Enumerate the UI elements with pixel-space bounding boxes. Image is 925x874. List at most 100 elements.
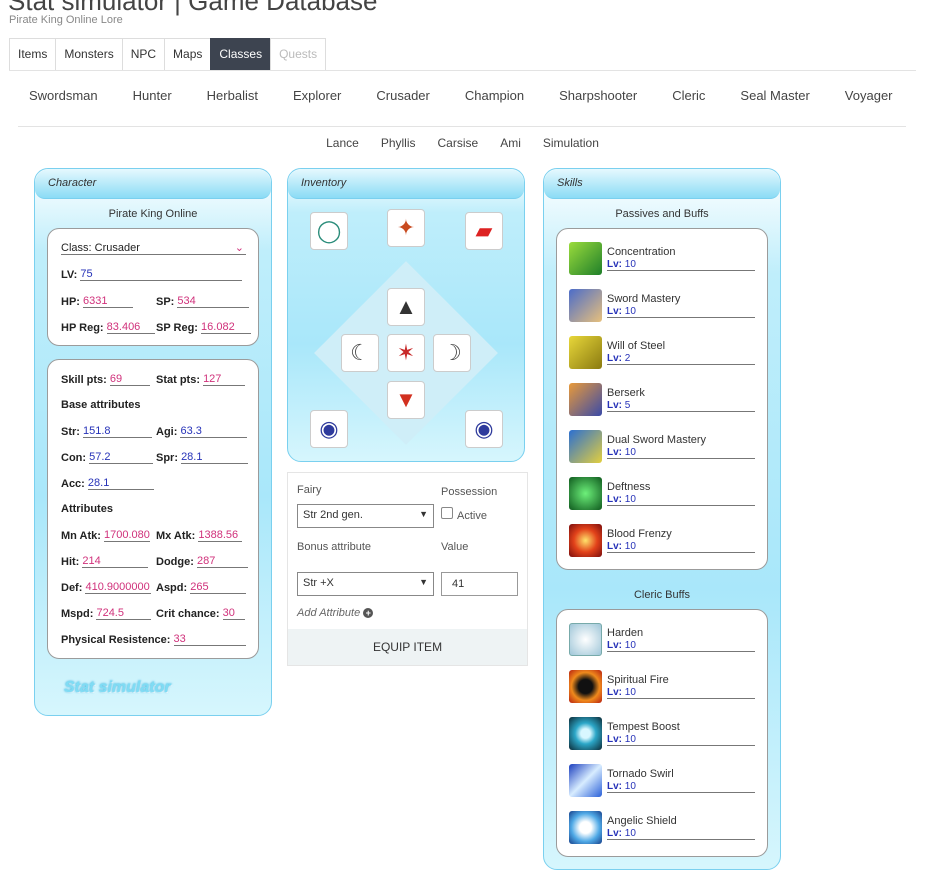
necklace-slot-icon[interactable]: ◯ (310, 212, 348, 250)
active-checkbox[interactable] (441, 507, 453, 519)
skill-level: Lv: 10 (607, 494, 755, 506)
dual-sword-mastery-icon (569, 430, 602, 463)
skill-level-label: Lv: (607, 781, 622, 792)
armor-slot-icon[interactable]: ▲ (387, 288, 425, 326)
sub-link-lance[interactable]: Lance (326, 136, 359, 150)
skill-level-value: 10 (624, 306, 636, 317)
bonus-value-input[interactable]: 41 (441, 572, 518, 596)
sub-link-ami[interactable]: Ami (500, 136, 521, 150)
harden-icon (569, 623, 602, 656)
class-link-swordsman[interactable]: Swordsman (29, 88, 98, 103)
skill-concentration[interactable]: Concentration Lv: 10 (569, 242, 755, 282)
glove-slot-icon[interactable]: ▰ (465, 212, 503, 250)
skill-level: Lv: 5 (607, 400, 755, 412)
fairy-select[interactable]: Str 2nd gen. ▼ (297, 504, 434, 528)
bonus-attribute-select[interactable]: Str +X ▼ (297, 572, 434, 596)
left-weapon-slot-icon[interactable]: ☾ (341, 334, 379, 372)
skill-harden[interactable]: Harden Lv: 10 (569, 623, 755, 663)
skill-level-value: 10 (624, 781, 636, 792)
mspd-row: Mspd: 724.5 (61, 607, 152, 620)
class-link-hunter[interactable]: Hunter (133, 88, 172, 103)
spr-value[interactable]: 28.1 (181, 451, 249, 464)
mxatk-value: 1388.56 (198, 529, 243, 542)
class-link-champion[interactable]: Champion (465, 88, 524, 103)
server-name: Pirate King Online (108, 208, 198, 220)
skill-level: Lv: 10 (607, 781, 755, 793)
lv-value[interactable]: 75 (80, 268, 243, 281)
tab-quests[interactable]: Quests (270, 38, 327, 71)
skill-deftness[interactable]: Deftness Lv: 10 (569, 477, 755, 517)
skill-level: Lv: 10 (607, 734, 755, 746)
acc-value[interactable]: 28.1 (87, 477, 154, 490)
crit-label: Crit chance: (156, 608, 220, 620)
skill-blood-frenzy[interactable]: Blood Frenzy Lv: 10 (569, 524, 755, 564)
will-of-steel-icon (569, 336, 602, 369)
skill-name: Deftness (607, 481, 651, 493)
skill-level-label: Lv: (607, 541, 622, 552)
dodge-label: Dodge: (156, 556, 194, 568)
tab-items[interactable]: Items (9, 38, 56, 71)
skill-berserk[interactable]: Berserk Lv: 5 (569, 383, 755, 423)
sub-link-carsise[interactable]: Carsise (438, 136, 479, 150)
hit-label: Hit: (61, 556, 80, 568)
skillpts-value: 69 (109, 373, 150, 386)
skill-level-label: Lv: (607, 494, 622, 505)
class-link-herbalist[interactable]: Herbalist (207, 88, 258, 103)
statpts-row: Stat pts: 127 (156, 373, 246, 386)
tab-classes[interactable]: Classes (210, 38, 271, 71)
skill-sword-mastery[interactable]: Sword Mastery Lv: 10 (569, 289, 755, 329)
skill-spiritual-fire[interactable]: Spiritual Fire Lv: 10 (569, 670, 755, 710)
hp-value: 6331 (83, 295, 134, 308)
tab-npc[interactable]: NPC (121, 38, 165, 71)
skill-level: Lv: 10 (607, 640, 755, 652)
skill-dual-sword-mastery[interactable]: Dual Sword Mastery Lv: 10 (569, 430, 755, 470)
skill-level-label: Lv: (607, 640, 622, 651)
class-link-cleric[interactable]: Cleric (672, 88, 705, 103)
tempest-boost-icon (569, 717, 602, 750)
dodge-value: 287 (196, 555, 248, 568)
class-select[interactable]: Class: Crusader ⌄ (61, 242, 246, 255)
fairy-select-value: Str 2nd gen. (303, 509, 363, 521)
stat-simulator-logo: Stat simulator (64, 679, 171, 696)
sub-nav: Lance Phyllis Carsise Ami Simulation (0, 136, 925, 150)
skill-level-label: Lv: (607, 306, 622, 317)
skill-angelic-shield[interactable]: Angelic Shield Lv: 10 (569, 811, 755, 851)
ring-right-slot-icon[interactable]: ◉ (465, 410, 503, 448)
boots-slot-icon[interactable]: ▼ (387, 381, 425, 419)
class-link-crusader[interactable]: Crusader (376, 88, 429, 103)
sub-link-simulation[interactable]: Simulation (543, 136, 599, 150)
body-slot-icon[interactable]: ✶ (387, 334, 425, 372)
skill-tornado-swirl[interactable]: Tornado Swirl Lv: 10 (569, 764, 755, 804)
inventory-panel-header: Inventory (288, 169, 524, 199)
mnatk-row: Mn Atk: 1700.080 (61, 529, 150, 542)
add-attribute-link[interactable]: Add Attribute + (297, 607, 374, 619)
ring-left-slot-icon[interactable]: ◉ (310, 410, 348, 448)
sub-link-phyllis[interactable]: Phyllis (381, 136, 416, 150)
skill-level-value: 10 (624, 828, 636, 839)
headgear-slot-icon[interactable]: ✦ (387, 209, 425, 247)
class-link-seal-master[interactable]: Seal Master (740, 88, 809, 103)
class-link-explorer[interactable]: Explorer (293, 88, 341, 103)
spiritual-fire-icon (569, 670, 602, 703)
skill-tempest-boost[interactable]: Tempest Boost Lv: 10 (569, 717, 755, 757)
class-link-sharpshooter[interactable]: Sharpshooter (559, 88, 637, 103)
right-weapon-slot-icon[interactable]: ☽ (433, 334, 471, 372)
physres-label: Physical Resistence: (61, 634, 171, 646)
con-value[interactable]: 57.2 (89, 451, 154, 464)
tab-maps[interactable]: Maps (164, 38, 211, 71)
skill-level-label: Lv: (607, 400, 622, 411)
active-label: Active (457, 510, 487, 522)
str-value[interactable]: 151.8 (83, 425, 153, 438)
mnatk-label: Mn Atk: (61, 530, 101, 542)
skill-level-label: Lv: (607, 447, 622, 458)
tab-monsters[interactable]: Monsters (55, 38, 122, 71)
bonus-attribute-label: Bonus attribute (297, 541, 371, 553)
agi-value[interactable]: 63.3 (180, 425, 248, 438)
attributes-heading: Attributes (61, 503, 113, 515)
equip-item-button[interactable]: EQUIP ITEM (288, 629, 527, 665)
add-attribute-label: Add Attribute (297, 607, 361, 619)
skill-will-of-steel[interactable]: Will of Steel Lv: 2 (569, 336, 755, 376)
aspd-row: Aspd: 265 (156, 581, 247, 594)
class-link-voyager[interactable]: Voyager (845, 88, 893, 103)
skill-level: Lv: 10 (607, 306, 755, 318)
